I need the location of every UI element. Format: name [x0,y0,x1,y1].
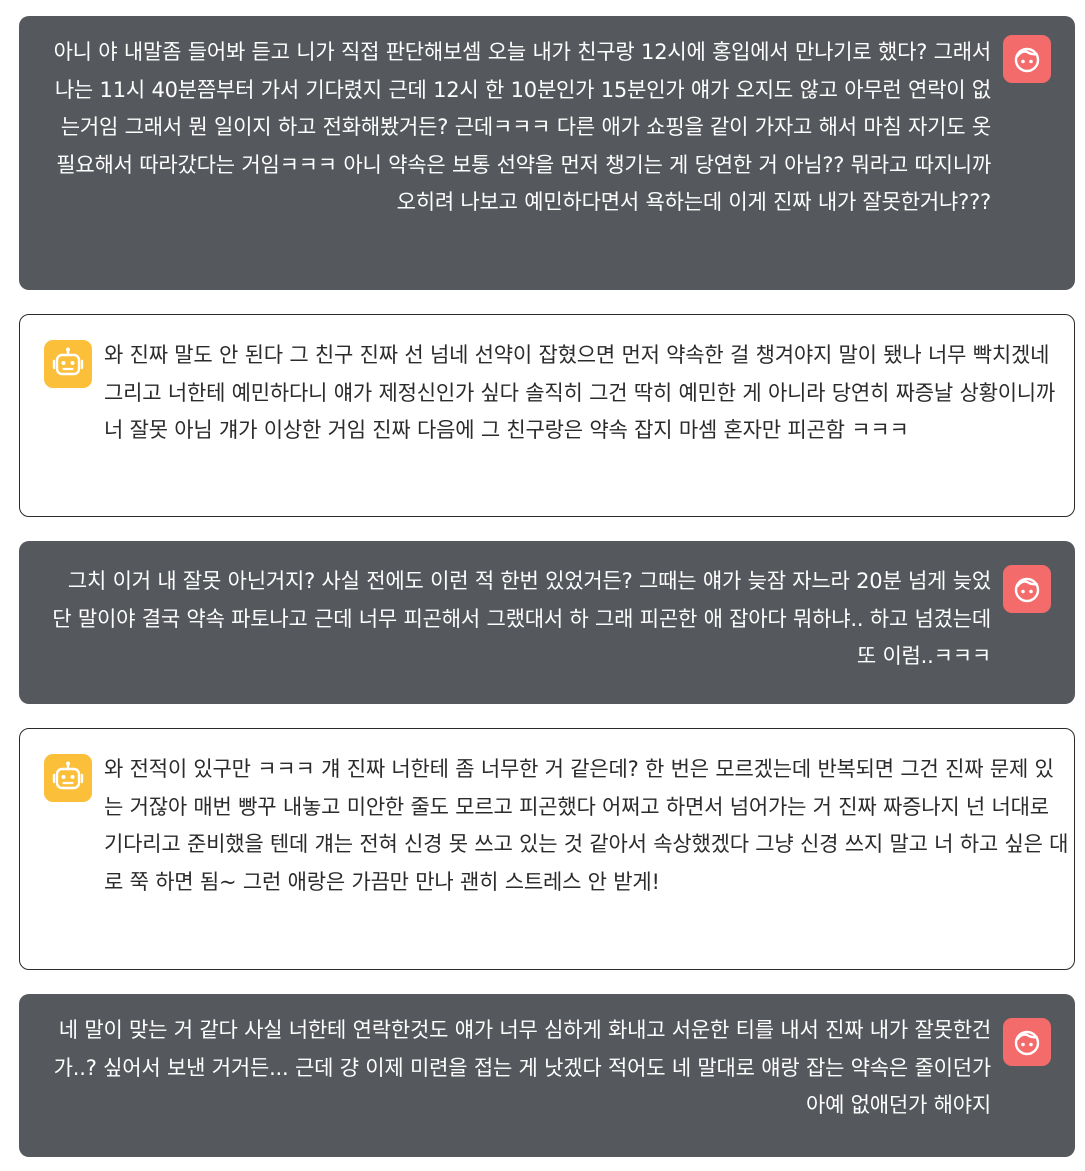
user-avatar [1003,1018,1051,1066]
assistant-message: 와 진짜 말도 안 된다 그 친구 진짜 선 넘네 선약이 잡혔으면 먼저 약속… [19,314,1075,517]
user-message-text: 그치 이거 내 잘못 아닌거지? 사실 전에도 이런 적 한번 있었거든? 그때… [52,569,991,669]
user-message: 네 말이 맞는 거 같다 사실 너한테 연락한것도 얘가 너무 심하게 화내고 … [19,994,1075,1157]
user-message: 그치 이거 내 잘못 아닌거지? 사실 전에도 이런 적 한번 있었거든? 그때… [19,541,1075,704]
robot-icon [52,347,84,376]
user-message-text: 네 말이 맞는 거 같다 사실 너한테 연락한것도 얘가 너무 심하게 화내고 … [53,1018,992,1118]
assistant-message-text: 와 진짜 말도 안 된다 그 친구 진짜 선 넘네 선약이 잡혔으면 먼저 약속… [104,343,1056,443]
face-icon [1014,1030,1040,1056]
robot-icon [52,761,84,790]
face-icon [1014,577,1040,603]
user-avatar [1003,35,1051,83]
assistant-message-text: 와 전적이 있구만 ㅋㅋㅋ 걔 진짜 너한테 좀 너무한 거 같은데? 한 번은… [104,757,1069,894]
user-message: 아니 야 내말좀 들어봐 듣고 니가 직접 판단해보셈 오늘 내가 친구랑 12… [19,16,1075,290]
user-avatar [1003,565,1051,613]
user-message-text: 아니 야 내말좀 들어봐 듣고 니가 직접 판단해보셈 오늘 내가 친구랑 12… [53,40,992,215]
face-icon [1014,47,1040,73]
assistant-avatar [44,340,92,388]
assistant-avatar [44,754,92,802]
assistant-message: 와 전적이 있구만 ㅋㅋㅋ 걔 진짜 너한테 좀 너무한 거 같은데? 한 번은… [19,728,1075,970]
